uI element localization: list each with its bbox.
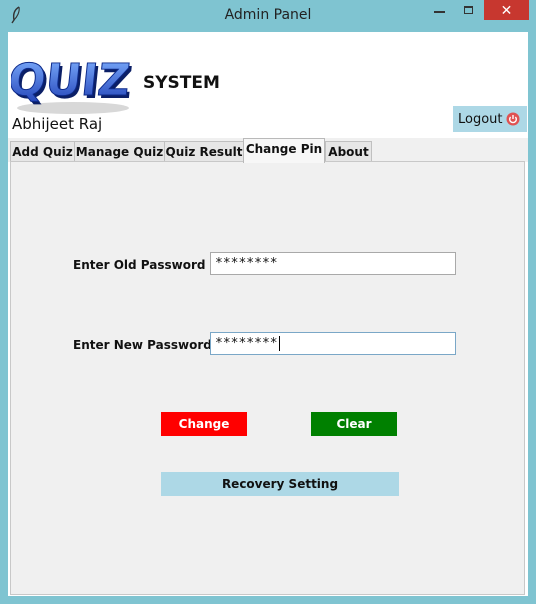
new-password-value: ******** — [215, 336, 278, 351]
tab-strip: Add Quiz Manage Quiz Quiz Result Change … — [8, 138, 528, 163]
tab-add-quiz[interactable]: Add Quiz — [10, 141, 75, 162]
logout-button[interactable]: Logout — [453, 106, 527, 132]
close-icon: ✕ — [500, 3, 513, 19]
logo-text: QUIZ! — [11, 55, 133, 106]
recovery-setting-button[interactable]: Recovery Setting — [161, 472, 399, 496]
power-icon — [506, 112, 520, 126]
new-password-field[interactable]: ******** — [210, 332, 456, 355]
change-pin-panel: Enter Old Password ******** Enter New Pa… — [10, 161, 525, 595]
tab-quiz-result[interactable]: Quiz Result — [164, 141, 244, 162]
app-window: Admin Panel ✕ QUIZ! QUIZ! SYSTEM Abhijee… — [0, 0, 536, 604]
old-password-value: ******** — [215, 256, 278, 271]
minimize-icon — [434, 11, 445, 13]
logout-label: Logout — [458, 111, 503, 127]
new-password-label: Enter New Password — [73, 338, 212, 352]
text-caret — [278, 336, 280, 351]
old-password-label: Enter Old Password — [73, 258, 206, 272]
clear-button[interactable]: Clear — [311, 412, 397, 436]
client-area: QUIZ! QUIZ! SYSTEM Abhijeet Raj Logout A… — [8, 32, 528, 596]
maximize-button[interactable] — [452, 0, 486, 20]
system-label: SYSTEM — [143, 73, 220, 93]
close-button[interactable]: ✕ — [484, 0, 529, 20]
tab-manage-quiz[interactable]: Manage Quiz — [74, 141, 165, 162]
change-button[interactable]: Change — [161, 412, 247, 436]
tab-change-pin[interactable]: Change Pin — [243, 138, 325, 163]
quiz-logo: QUIZ! QUIZ! — [11, 55, 133, 114]
maximize-icon — [464, 6, 473, 14]
tab-about[interactable]: About — [325, 141, 372, 162]
title-bar[interactable]: Admin Panel ✕ — [0, 0, 536, 32]
user-name: Abhijeet Raj — [12, 115, 103, 133]
old-password-field[interactable]: ******** — [210, 252, 456, 275]
